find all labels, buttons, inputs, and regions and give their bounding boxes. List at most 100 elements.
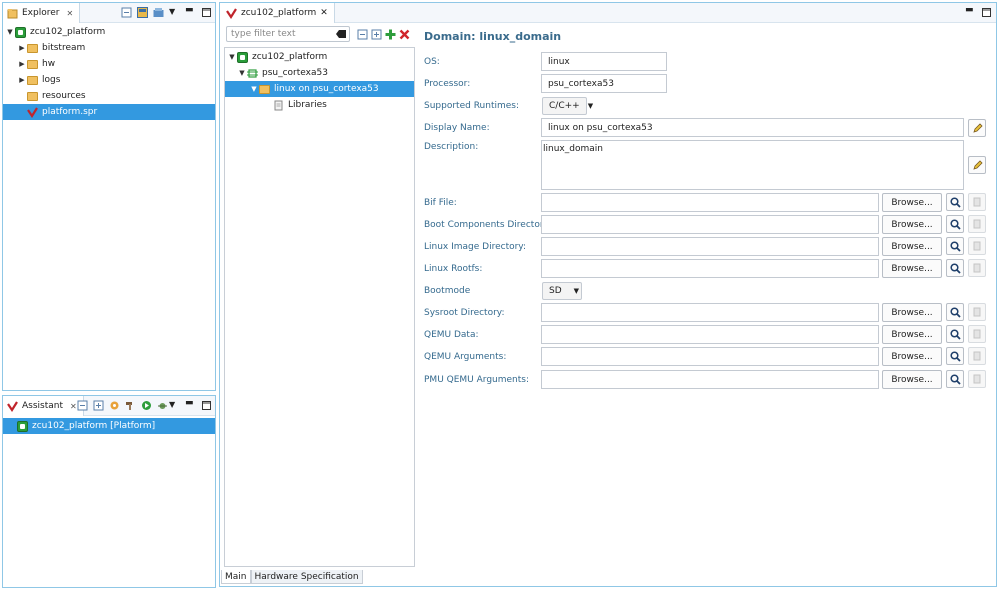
run-icon[interactable] bbox=[141, 400, 152, 411]
linux-rootfs-browse-button[interactable]: Browse... bbox=[882, 259, 942, 278]
qemu-data-browse-button[interactable]: Browse... bbox=[882, 325, 942, 344]
qemu-data-search-button[interactable] bbox=[946, 325, 964, 343]
tree-item-hw[interactable]: ▶ hw bbox=[3, 56, 215, 72]
tree-item-resources[interactable]: resources bbox=[3, 88, 215, 104]
minimize-icon[interactable]: ▬ bbox=[185, 399, 196, 411]
boot-components-clear-button[interactable] bbox=[968, 215, 986, 233]
link-editor-icon[interactable] bbox=[137, 7, 148, 18]
maximize-icon[interactable] bbox=[201, 7, 212, 18]
editor-tab-zcu102-platform[interactable]: zcu102_platform ✕ bbox=[220, 3, 335, 23]
qemu-args-clear-button[interactable] bbox=[968, 347, 986, 365]
minimize-icon[interactable]: ▬ bbox=[185, 6, 196, 18]
collapsed-arrow-icon[interactable]: ▶ bbox=[17, 76, 27, 84]
domain-tree-item-platform[interactable]: ▼ zcu102_platform bbox=[225, 49, 414, 65]
pmu-qemu-args-clear-button[interactable] bbox=[968, 370, 986, 388]
linux-image-field[interactable] bbox=[541, 237, 879, 256]
close-icon[interactable]: ✕ bbox=[70, 402, 77, 411]
expanded-arrow-icon[interactable]: ▼ bbox=[5, 28, 15, 36]
pmu-qemu-args-field[interactable] bbox=[541, 370, 879, 389]
runtimes-value: C/C++ bbox=[549, 101, 580, 111]
processor-field[interactable]: psu_cortexa53 bbox=[541, 74, 667, 93]
display-name-field[interactable]: linux on psu_cortexa53 bbox=[541, 118, 964, 137]
collapse-all-icon[interactable] bbox=[77, 400, 88, 411]
sysroot-field[interactable] bbox=[541, 303, 879, 322]
collapsed-arrow-icon[interactable]: ▶ bbox=[17, 44, 27, 52]
linux-image-search-button[interactable] bbox=[946, 237, 964, 255]
build-hammer-icon[interactable] bbox=[125, 400, 136, 411]
qemu-data-clear-button[interactable] bbox=[968, 325, 986, 343]
boot-components-field[interactable] bbox=[541, 215, 879, 234]
bif-search-button[interactable] bbox=[946, 193, 964, 211]
runtimes-dropdown[interactable]: C/C++ ▼ bbox=[542, 97, 593, 115]
tree-item-logs[interactable]: ▶ logs bbox=[3, 72, 215, 88]
filter-input[interactable]: type filter text bbox=[226, 26, 350, 42]
pmu-qemu-args-search-button[interactable] bbox=[946, 370, 964, 388]
expanded-arrow-icon[interactable]: ▼ bbox=[249, 85, 259, 93]
linux-rootfs-clear-button[interactable] bbox=[968, 259, 986, 277]
boot-components-browse-button[interactable]: Browse... bbox=[882, 215, 942, 234]
expanded-arrow-icon[interactable]: ▼ bbox=[237, 69, 247, 77]
maximize-icon[interactable] bbox=[201, 400, 212, 411]
sysroot-search-button[interactable] bbox=[946, 303, 964, 321]
view-menu-icon[interactable]: ▼ bbox=[169, 400, 180, 411]
description-textarea[interactable]: linux_domain bbox=[541, 140, 964, 190]
edit-display-name-button[interactable] bbox=[968, 119, 986, 137]
bif-clear-button[interactable] bbox=[968, 193, 986, 211]
filter-view-icon[interactable] bbox=[153, 7, 164, 18]
tree-item-zcu102-platform[interactable]: ▼ zcu102_platform bbox=[3, 24, 215, 40]
collapsed-arrow-icon[interactable]: ▶ bbox=[17, 60, 27, 68]
debug-icon[interactable] bbox=[157, 400, 168, 411]
processor-chip-icon bbox=[247, 68, 258, 78]
settings-gear-icon[interactable] bbox=[109, 400, 120, 411]
expanded-arrow-icon[interactable]: ▼ bbox=[227, 53, 237, 61]
edit-description-button[interactable] bbox=[968, 156, 986, 174]
minimize-icon[interactable]: ▬ bbox=[965, 6, 976, 18]
qemu-args-field[interactable] bbox=[541, 347, 879, 366]
tab-hardware-specification[interactable]: Hardware Specification bbox=[250, 570, 363, 584]
collapse-all-icon[interactable] bbox=[121, 7, 132, 18]
linux-image-browse-button[interactable]: Browse... bbox=[882, 237, 942, 256]
linux-rootfs-search-button[interactable] bbox=[946, 259, 964, 277]
bootmode-value: SD bbox=[549, 286, 562, 296]
tree-item-platform-spr[interactable]: platform.spr bbox=[3, 104, 215, 120]
search-icon bbox=[949, 196, 961, 208]
clear-filter-icon[interactable] bbox=[336, 30, 346, 38]
assistant-item-label: zcu102_platform [Platform] bbox=[32, 421, 156, 431]
search-icon bbox=[949, 328, 961, 340]
linux-rootfs-field[interactable] bbox=[541, 259, 879, 278]
tree-item-label: zcu102_platform bbox=[252, 52, 328, 62]
search-icon bbox=[949, 306, 961, 318]
domain-tree-item-linux-domain[interactable]: ▼ linux on psu_cortexa53 bbox=[225, 81, 414, 97]
bootmode-dropdown[interactable]: SD ▼ bbox=[542, 282, 582, 300]
linux-image-clear-button[interactable] bbox=[968, 237, 986, 255]
qemu-data-field[interactable] bbox=[541, 325, 879, 344]
expand-all-icon[interactable] bbox=[93, 400, 104, 411]
tree-item-bitstream[interactable]: ▶ bitstream bbox=[3, 40, 215, 56]
folder-icon bbox=[27, 43, 38, 53]
tree-item-label: psu_cortexa53 bbox=[262, 68, 328, 78]
expand-all-icon[interactable] bbox=[371, 29, 382, 40]
domain-tree-item-processor[interactable]: ▼ psu_cortexa53 bbox=[225, 65, 414, 81]
maximize-icon[interactable] bbox=[981, 7, 992, 18]
domain-tree-item-libraries[interactable]: Libraries bbox=[225, 97, 414, 113]
qemu-args-search-button[interactable] bbox=[946, 347, 964, 365]
bif-browse-button[interactable]: Browse... bbox=[882, 193, 942, 212]
sysroot-browse-button[interactable]: Browse... bbox=[882, 303, 942, 322]
pmu-qemu-args-browse-button[interactable]: Browse... bbox=[882, 370, 942, 389]
view-menu-icon[interactable]: ▼ bbox=[169, 7, 180, 18]
qemu-args-browse-button[interactable]: Browse... bbox=[882, 347, 942, 366]
explorer-tab[interactable]: Explorer ✕ bbox=[3, 3, 81, 23]
close-icon[interactable]: ✕ bbox=[66, 9, 73, 18]
qemu-data-label: QEMU Data: bbox=[424, 330, 479, 340]
add-icon[interactable] bbox=[385, 29, 396, 40]
os-field[interactable]: linux bbox=[541, 52, 667, 71]
tab-main[interactable]: Main bbox=[221, 570, 251, 584]
assistant-tab[interactable]: Assistant ✕ bbox=[3, 396, 84, 416]
assistant-item-platform[interactable]: zcu102_platform [Platform] bbox=[3, 418, 215, 434]
close-icon[interactable]: ✕ bbox=[320, 8, 328, 18]
remove-icon[interactable] bbox=[399, 29, 410, 40]
sysroot-clear-button[interactable] bbox=[968, 303, 986, 321]
boot-components-search-button[interactable] bbox=[946, 215, 964, 233]
collapse-all-icon[interactable] bbox=[357, 29, 368, 40]
bif-field[interactable] bbox=[541, 193, 879, 212]
